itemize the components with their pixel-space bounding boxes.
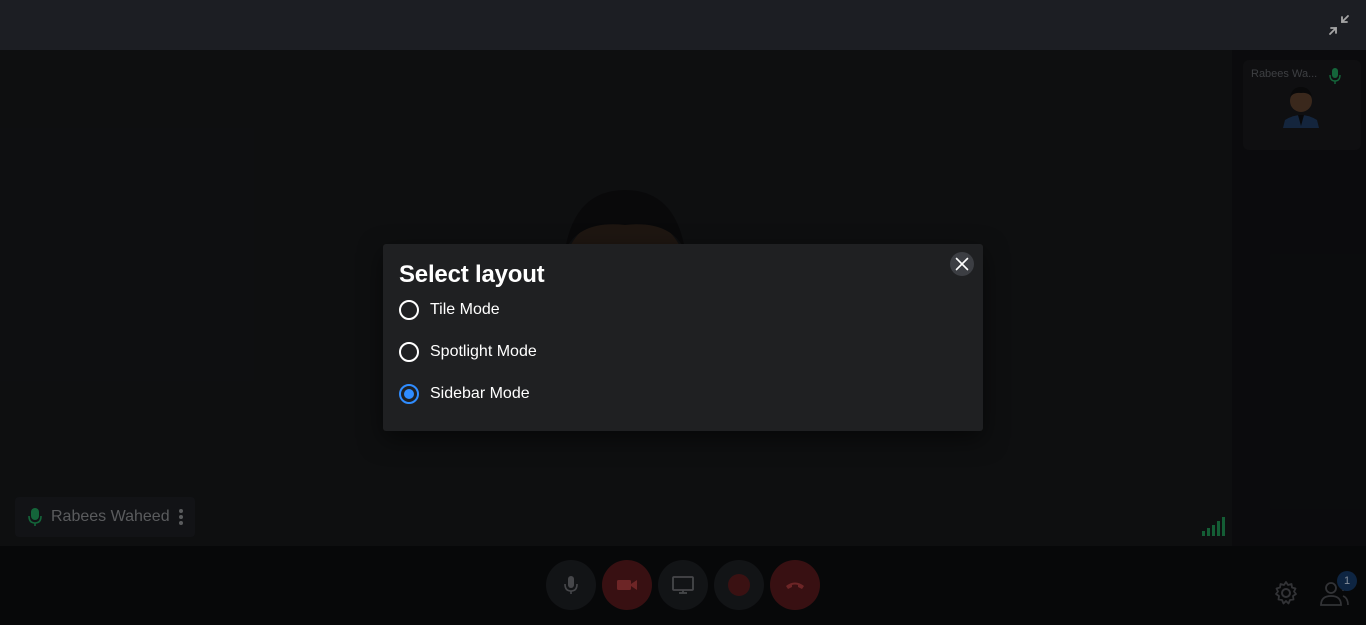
select-layout-dialog: Select layout Tile Mode Spotlight Mode S… (383, 244, 983, 431)
layout-option-spotlight[interactable]: Spotlight Mode (399, 341, 537, 363)
layout-option-sidebar[interactable]: Sidebar Mode (399, 383, 530, 405)
close-icon (955, 257, 969, 271)
spotlight-mode-radio[interactable] (399, 342, 419, 362)
option-label: Spotlight Mode (430, 343, 537, 360)
option-label: Tile Mode (430, 301, 500, 318)
close-button[interactable] (950, 252, 974, 276)
dialog-title: Select layout (399, 261, 545, 288)
option-label: Sidebar Mode (430, 385, 530, 402)
layout-option-tile[interactable]: Tile Mode (399, 299, 500, 321)
video-call-app: Rabees Waheed Rabees Wa... 1 Select layo… (0, 0, 1366, 625)
sidebar-mode-radio[interactable] (399, 384, 419, 404)
tile-mode-radio[interactable] (399, 300, 419, 320)
